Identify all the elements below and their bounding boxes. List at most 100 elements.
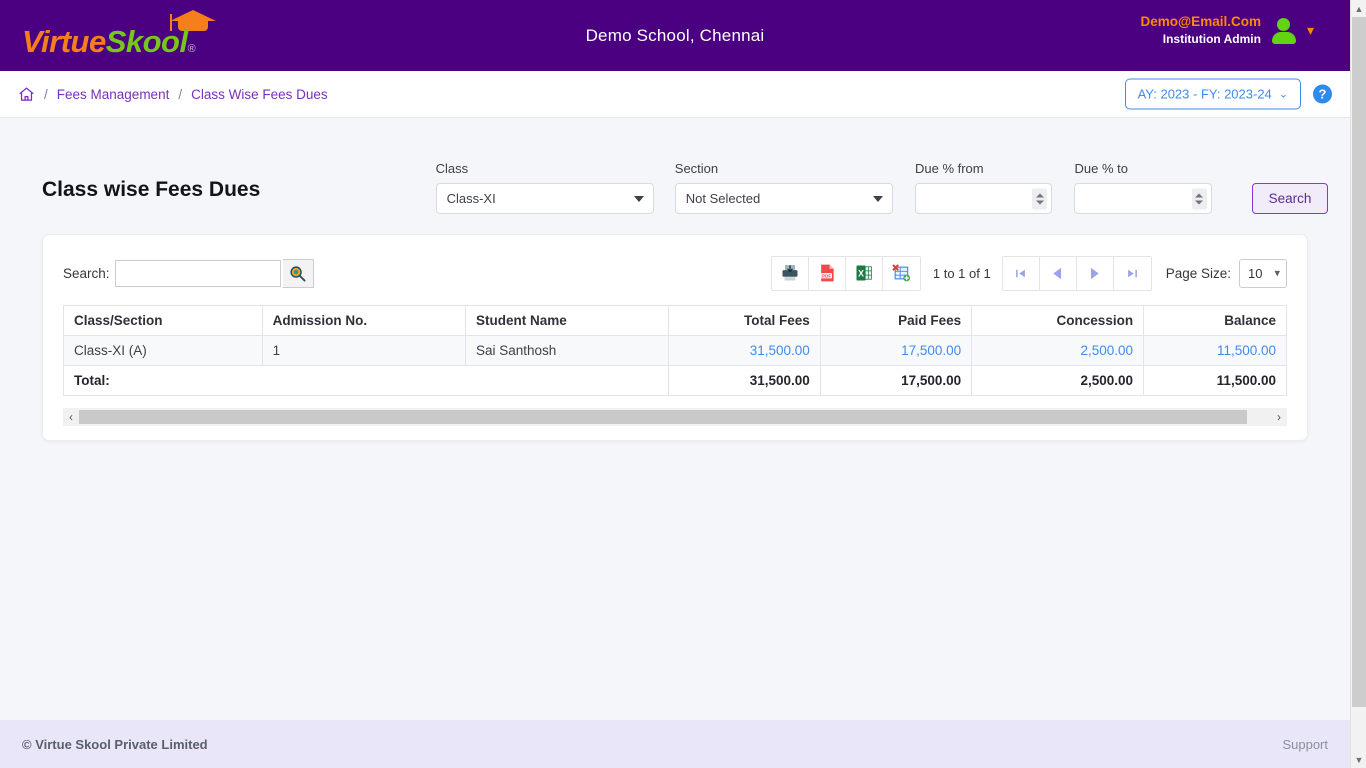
chevron-down-icon[interactable]: ▾ [1307, 23, 1314, 37]
total-balance: 11,500.00 [1143, 365, 1287, 396]
scrollbar-thumb[interactable] [79, 410, 1248, 424]
main-content: Class wise Fees Dues Class Class-XI Sect… [0, 118, 1350, 720]
print-export-button[interactable] [771, 256, 809, 290]
app-page: VirtueSkool® Demo School, Chennai Demo@E… [0, 0, 1350, 768]
cell-paid-fees: 17,500.00 [819, 335, 973, 366]
total-label: Total: [62, 365, 670, 396]
due-from-stepper[interactable] [1032, 188, 1048, 209]
svg-text:X: X [858, 268, 864, 278]
csv-grid-icon [892, 264, 911, 282]
table-total-row: Total: 31,500.00 17,500.00 2,500.00 11,5… [62, 365, 1287, 396]
paid-fees-link[interactable]: 17,500.00 [901, 343, 961, 358]
next-page-icon [1091, 267, 1099, 279]
chevron-down-icon: ▾ [1274, 267, 1280, 280]
cell-admission-no: 1 [261, 335, 467, 366]
page-size-select[interactable]: 10 ▾ [1239, 258, 1287, 288]
previous-page-button[interactable] [1039, 256, 1077, 290]
chevron-down-icon [633, 195, 644, 202]
breadcrumb-item-class-wise-fees-dues: Class Wise Fees Dues [191, 86, 328, 102]
section-select-value: Not Selected [685, 191, 761, 206]
scrollbar-track[interactable] [79, 408, 1271, 426]
user-info: Demo@Email.Com Institution Admin [1141, 13, 1261, 47]
due-from-input[interactable] [915, 184, 1052, 213]
scroll-up-icon[interactable]: ▲ [1351, 0, 1366, 17]
table-header-row: Class/Section Admission No. Student Name… [63, 305, 1287, 336]
due-from-filter: Due % from [914, 161, 1053, 214]
due-to-filter: Due % to [1074, 161, 1212, 214]
column-header-paid-fees: Paid Fees [819, 305, 973, 336]
section-filter-label: Section [674, 161, 719, 176]
excel-export-button[interactable]: X [845, 256, 883, 290]
page-size-value: 10 [1248, 265, 1263, 281]
due-to-box [1074, 183, 1212, 214]
grid-search-input[interactable] [114, 259, 281, 287]
next-page-button[interactable] [1076, 256, 1114, 290]
user-avatar-icon[interactable] [1271, 17, 1297, 45]
section-filter: Section Not Selected [674, 161, 893, 214]
record-count: 1 to 1 of 1 [932, 265, 991, 281]
academic-year-label: AY: 2023 - FY: 2023-24 [1137, 86, 1272, 102]
column-header-student-name: Student Name [464, 305, 670, 336]
support-link[interactable]: Support [1282, 737, 1328, 752]
last-page-button[interactable] [1113, 256, 1151, 290]
help-icon[interactable]: ? [1313, 84, 1332, 104]
user-menu[interactable]: Demo@Email.Com Institution Admin ▾ [1141, 13, 1314, 47]
browser-scrollbar[interactable]: ▲ ▼ [1350, 0, 1366, 768]
table-row[interactable]: Class-XI (A) 1 Sai Santhosh 31,500.00 17… [63, 335, 1287, 366]
magnifier-icon [290, 265, 306, 282]
stepper-up-icon[interactable] [1195, 193, 1204, 197]
last-page-icon [1127, 269, 1137, 277]
stepper-up-icon[interactable] [1035, 193, 1044, 197]
chevron-down-icon: ⌄ [1278, 88, 1288, 101]
balance-link[interactable]: 11,500.00 [1217, 343, 1276, 358]
scroll-right-icon[interactable]: › [1271, 408, 1287, 426]
scroll-left-icon[interactable]: ‹ [63, 408, 79, 426]
cell-concession: 2,500.00 [971, 335, 1145, 366]
browser-scrollbar-thumb[interactable] [1352, 17, 1366, 707]
cell-total-fees: 31,500.00 [668, 335, 821, 366]
class-select[interactable]: Class-XI [435, 183, 654, 214]
copyright-text: © Virtue Skool Private Limited [22, 736, 208, 752]
stepper-down-icon[interactable] [1035, 200, 1044, 204]
section-select[interactable]: Not Selected [674, 183, 893, 214]
column-header-admission-no: Admission No. [261, 305, 467, 336]
breadcrumb-item-fees-management[interactable]: Fees Management [57, 87, 170, 102]
academic-year-selector[interactable]: AY: 2023 - FY: 2023-24 ⌄ [1124, 78, 1301, 110]
results-card: Search: PDF X 1 to 1 of 1 Page Size: 10 … [42, 234, 1308, 441]
excel-file-icon: X [856, 265, 872, 281]
previous-page-icon [1053, 267, 1062, 279]
total-total-fees: 31,500.00 [668, 365, 821, 396]
home-icon[interactable] [18, 86, 35, 103]
pagination-controls [1001, 255, 1152, 291]
due-from-label: Due % from [914, 161, 984, 176]
page-title: Class wise Fees Dues [42, 178, 261, 201]
due-to-label: Due % to [1074, 161, 1128, 176]
export-buttons: PDF X [770, 255, 921, 291]
grid-toolbar: Search: PDF X 1 to 1 of 1 Page Size: 10 … [63, 253, 1287, 293]
scroll-down-icon[interactable]: ▼ [1351, 751, 1366, 768]
column-header-class-section: Class/Section [63, 305, 263, 336]
filters-row: Class wise Fees Dues Class Class-XI Sect… [20, 118, 1330, 214]
csv-export-button[interactable] [882, 256, 920, 290]
first-page-icon [1016, 269, 1026, 277]
pdf-export-button[interactable]: PDF [808, 256, 846, 290]
total-fees-link[interactable]: 31,500.00 [750, 343, 810, 358]
breadcrumb-separator-2: / [178, 86, 183, 102]
table-horizontal-scrollbar[interactable]: ‹ › [63, 408, 1287, 426]
first-page-button[interactable] [1002, 256, 1040, 290]
printer-icon [782, 265, 798, 281]
user-role: Institution Admin [1162, 32, 1261, 47]
concession-link[interactable]: 2,500.00 [1081, 343, 1134, 358]
due-to-stepper[interactable] [1191, 188, 1207, 209]
grid-search-button[interactable] [282, 258, 314, 288]
breadcrumb-bar: / Fees Management / Class Wise Fees Dues… [0, 71, 1350, 118]
class-filter: Class Class-XI [435, 161, 654, 214]
search-button[interactable]: Search [1251, 183, 1328, 214]
stepper-down-icon[interactable] [1195, 200, 1204, 204]
page-size-label: Page Size: [1165, 265, 1231, 281]
class-filter-label: Class [435, 161, 469, 176]
due-to-input[interactable] [1075, 184, 1211, 213]
breadcrumb: / Fees Management / Class Wise Fees Dues [18, 86, 328, 103]
svg-text:PDF: PDF [822, 274, 831, 279]
due-from-box [914, 183, 1053, 214]
